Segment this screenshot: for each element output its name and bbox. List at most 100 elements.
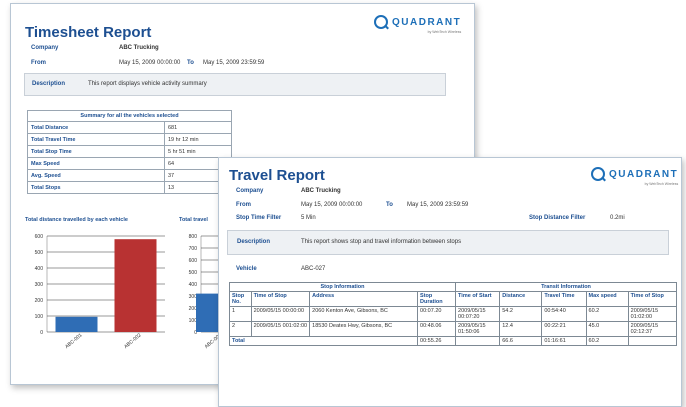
table-row: Avg. Speed 37 — [27, 169, 232, 182]
total-label: Total — [228, 336, 419, 346]
y-tick-label: 100 — [189, 318, 198, 324]
from-label: From — [236, 202, 251, 208]
to-label: To — [386, 202, 393, 208]
cell: 2060 Kenton Ave, Gibsons, BC — [309, 306, 419, 322]
table-row: Total Distance 681 — [27, 121, 232, 134]
total-max-speed: 60.2 — [585, 336, 629, 346]
col-time-of-stop-transit: Time of Stop — [627, 291, 678, 307]
from-label: From — [31, 60, 46, 66]
col-travel-time: Travel Time — [541, 291, 587, 307]
summary-table: Summary for all the vehicles selected To… — [27, 110, 232, 194]
table-row: Total Stops 13 — [27, 181, 232, 194]
y-tick-label: 600 — [35, 234, 44, 240]
to-value: May 15, 2009 23:59:59 — [407, 202, 469, 208]
summary-key: Max Speed — [27, 157, 165, 170]
description-text: This report displays vehicle activity su… — [88, 81, 207, 87]
description-label: Description — [32, 81, 66, 87]
y-tick-label: 400 — [189, 282, 198, 288]
distance-filter-value: 0.2mi — [610, 215, 625, 221]
from-value: May 15, 2009 00:00:00 — [301, 202, 363, 208]
summary-key: Avg. Speed — [27, 169, 165, 182]
stop-filter-label: Stop Time Filter — [236, 215, 282, 221]
distance-bar-chart: 0 100 200 300 400 500 600 ABC-001 ABC-002 — [35, 234, 165, 350]
cell: 2009/05/15 001:02:00 — [250, 321, 311, 337]
table-row: Max Speed 64 — [27, 157, 232, 170]
y-tick-label: 0 — [40, 330, 43, 336]
bar — [114, 239, 157, 332]
logo-subtitle: by WebTech Wireless — [427, 30, 462, 34]
travel-title: Travel Report — [229, 167, 325, 184]
table-row: Total Travel Time 19 hr 12 min — [27, 133, 232, 146]
summary-key: Total Distance — [27, 121, 165, 134]
y-tick-label: 600 — [189, 258, 198, 264]
quadrant-logo: QUADRANT by WebTech Wireless — [374, 15, 462, 34]
cell: 54.2 — [499, 306, 543, 322]
quadrant-q-icon — [374, 15, 388, 29]
cell: 2009/05/15 00:00:00 — [250, 306, 311, 322]
col-distance: Distance — [499, 291, 543, 307]
summary-value: 681 — [164, 121, 232, 134]
table-row: 2 2009/05/15 001:02:00 18530 Deates Hwy,… — [229, 321, 678, 337]
company-label: Company — [31, 45, 59, 51]
x-tick-label: ABC-001 — [64, 332, 84, 350]
cell: 00:48.06 — [417, 321, 457, 337]
quadrant-q-icon — [591, 167, 605, 181]
vehicle-value: ABC-027 — [301, 266, 326, 272]
total-travel-time: 01:16:61 — [541, 336, 587, 346]
cell: 2009/05/15 00:07:20 — [455, 306, 501, 322]
y-tick-label: 300 — [35, 282, 44, 288]
logo-brand: QUADRANT — [392, 16, 462, 28]
cell: 18530 Deates Hwy, Gibsons, BC — [309, 321, 419, 337]
cell: 1 — [229, 306, 252, 322]
cell: 12.4 — [499, 321, 543, 337]
summary-key: Total Stops — [27, 181, 165, 194]
cell: 00:07.20 — [417, 306, 457, 322]
description-box: Description This report displays vehicle… — [24, 73, 446, 96]
y-tick-label: 500 — [35, 250, 44, 256]
company-value: ABC Trucking — [301, 188, 341, 194]
description-box: Description This report shows stop and t… — [227, 230, 669, 255]
total-empty — [627, 336, 678, 346]
vehicle-label: Vehicle — [236, 266, 257, 272]
to-value: May 15, 2009 23:59:59 — [203, 60, 265, 66]
bar — [55, 316, 98, 332]
col-stop-duration: Stop Duration — [417, 291, 457, 307]
company-value: ABC Trucking — [119, 45, 159, 51]
summary-value: 5 hr 51 min — [164, 145, 232, 158]
cell: 60.2 — [585, 306, 629, 322]
chart1-title: Total distance travelled by each vehicle — [25, 217, 128, 223]
to-label: To — [187, 60, 194, 66]
company-label: Company — [236, 188, 264, 194]
total-row: Total 00:55.26 66.6 01:16:61 60.2 — [228, 336, 678, 346]
cell: 45.0 — [585, 321, 629, 337]
y-tick-label: 400 — [35, 266, 44, 272]
y-tick-label: 800 — [189, 234, 198, 240]
total-distance: 66.6 — [499, 336, 543, 346]
col-max-speed: Max speed — [585, 291, 629, 307]
description-text: This report shows stop and travel inform… — [301, 239, 462, 245]
from-value: May 15, 2009 00:00:00 — [119, 60, 181, 66]
quadrant-logo: QUADRANT by WebTech Wireless — [591, 167, 679, 186]
col-stop-no: Stop No. — [229, 291, 252, 307]
distance-filter-label: Stop Distance Filter — [529, 215, 586, 221]
y-tick-label: 700 — [189, 246, 198, 252]
summary-key: Total Travel Time — [27, 133, 165, 146]
y-tick-label: 100 — [35, 314, 44, 320]
description-label: Description — [237, 239, 271, 245]
cell: 2009/05/15 01:02:00 — [627, 306, 678, 322]
summary-value: 19 hr 12 min — [164, 133, 232, 146]
stop-info-header: Stop Information — [228, 282, 457, 292]
timesheet-title: Timesheet Report — [25, 24, 152, 41]
summary-title: Summary for all the vehicles selected — [27, 110, 232, 122]
y-tick-label: 500 — [189, 270, 198, 276]
cell: 00:54:40 — [541, 306, 587, 322]
cell: 2 — [229, 321, 252, 337]
y-tick-label: 200 — [189, 306, 198, 312]
total-empty — [455, 336, 501, 346]
table-row: 1 2009/05/15 00:00:00 2060 Kenton Ave, G… — [229, 306, 678, 322]
summary-key: Total Stop Time — [27, 145, 165, 158]
logo-brand: QUADRANT — [609, 168, 679, 180]
stop-filter-value: 5 Min — [301, 215, 316, 221]
total-duration: 00:55.26 — [417, 336, 457, 346]
y-tick-label: 300 — [189, 294, 198, 300]
